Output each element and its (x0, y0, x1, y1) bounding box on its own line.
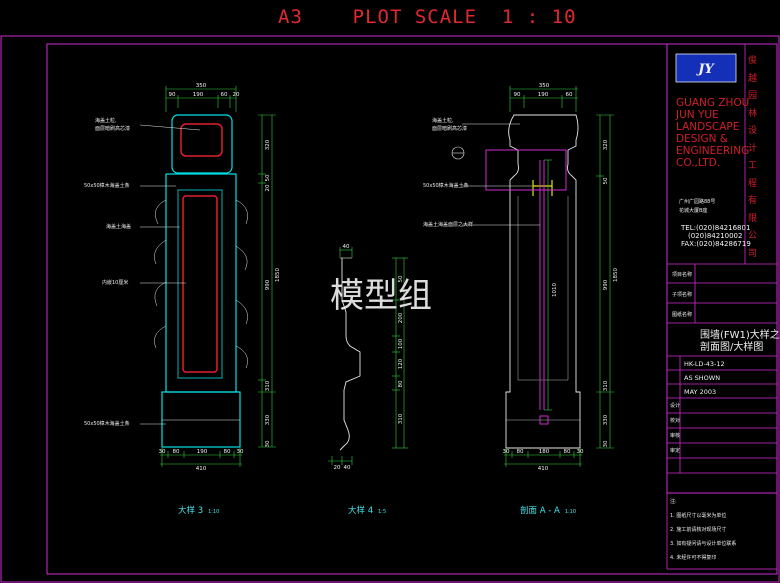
d4-right-dim: 100 (398, 338, 404, 349)
caption-detail-3: 大样 3 1:10 (178, 506, 220, 516)
caption-detail-4: 大样 4 1:5 (348, 506, 387, 516)
drawing-number: HK-LD-43-12 (684, 360, 725, 368)
row-label: 校对 (670, 418, 681, 424)
drawing-date: MAY 2003 (684, 388, 717, 396)
d3-right-dim: 330 (265, 414, 271, 425)
company-fax: FAX:(020)84286719 (681, 240, 751, 248)
d3-right-dim: 30 (265, 440, 271, 447)
notes: 3. 如有疑问请与设计单位联系 (670, 541, 737, 547)
sec-right-dim: 320 (603, 139, 609, 150)
d3-bottom-dim: 80 (224, 449, 231, 455)
drawing-title: 剖面图/大样图 (700, 342, 764, 353)
field-label: 图纸名称 (672, 312, 693, 318)
sec-top-dim: 350 (539, 83, 550, 89)
sec-top-dim: 60 (566, 92, 573, 98)
d4-right-dim: 310 (398, 413, 404, 424)
d3-bottom-dim: 190 (197, 449, 208, 455)
company-name-en: LANDSCAPE (676, 121, 740, 133)
d3-label: 内嵌10厘米 (102, 280, 129, 286)
d3-top-dim: 190 (193, 92, 204, 98)
sec-label: 50x50樟木海盖土条 (423, 183, 469, 189)
row-label: 审核 (670, 433, 681, 439)
watermark-text: 模型组 (330, 276, 432, 316)
drawing-title: 围墙(FW1)大样之 (700, 330, 780, 341)
row-label: 审定 (670, 448, 681, 454)
d4-top-dim: 40 (343, 244, 350, 250)
d3-right-dim: 50 (265, 174, 271, 181)
company-address: 花城大厦B座 (679, 208, 708, 214)
caption-section-a-a: 剖面 A - A 1:10 (520, 506, 577, 516)
sec-top-dim: 90 (514, 92, 521, 98)
sec-right-dim: 990 (603, 279, 609, 290)
d3-top-dim: 350 (196, 83, 207, 89)
sec-right-dim: 310 (603, 380, 609, 391)
sec-bottom-dim: 30 (503, 449, 510, 455)
notes: 4. 未经许可不得复印 (670, 555, 717, 561)
company-name-en: JUN YUE (676, 109, 719, 121)
field-label: 项目名称 (672, 272, 693, 278)
d3-top-dim: 20 (233, 92, 240, 98)
d3-top-dim: 60 (221, 92, 228, 98)
d4-bottom-dim: 40 (344, 465, 351, 471)
drawing-scale: AS SHOWN (684, 374, 721, 382)
d3-right-dim: 20 (265, 184, 271, 191)
d3-label: 海盖土海盖 (106, 224, 132, 230)
d3-label: 50x50樟木海盖土条 (84, 421, 130, 427)
d3-right-dim: 1850 (275, 268, 281, 282)
detail-3-elevation (139, 86, 276, 467)
d3-label: 面层暗刷高芯漆 (95, 126, 131, 132)
row-label: 设计 (670, 403, 681, 409)
notes: 2. 施工前请核对现场尺寸 (670, 527, 727, 533)
plot-scale-header: A3 PLOT SCALE 1 : 10 (278, 6, 577, 28)
sec-right-dim: 1010 (552, 283, 558, 297)
d4-right-dim: 120 (398, 358, 404, 369)
d4-bottom-dim: 20 (334, 465, 341, 471)
d3-label: 海盖土粒, (95, 118, 117, 124)
sec-right-dim: 1850 (613, 268, 619, 282)
sec-bottom-dim: 80 (517, 449, 524, 455)
d3-bottom-dim: 80 (173, 449, 180, 455)
d3-bottom-dim: 410 (196, 466, 207, 472)
sec-top-dim: 190 (538, 92, 549, 98)
d3-right-dim: 990 (265, 279, 271, 290)
d3-bottom-dim: 30 (159, 449, 166, 455)
sec-bottom-dim: 180 (539, 449, 550, 455)
notes: 1. 图纸尺寸以毫米为单位 (670, 513, 727, 519)
sec-right-dim: 330 (603, 414, 609, 425)
company-name-en: GUANG ZHOU (676, 97, 750, 109)
notes: 注: (670, 499, 677, 505)
d4-right-dim: 80 (398, 380, 404, 387)
sec-label: 面层暗刷高芯漆 (432, 126, 468, 132)
company-address: 广州广园路88号 (679, 199, 716, 205)
section-a-a (451, 86, 614, 467)
company-name-en: CO.,LTD. (676, 157, 721, 169)
svg-text:JY: JY (695, 62, 715, 77)
sec-bottom-dim: 410 (538, 466, 549, 472)
d3-bottom-dim: 30 (237, 449, 244, 455)
sec-label: 海盖土海盖面层之大样 (423, 222, 474, 228)
company-name-en: DESIGN & (676, 133, 728, 145)
sec-bottom-dim: 80 (564, 449, 571, 455)
sec-right-dim: 30 (603, 440, 609, 447)
sec-label: 海盖土粒, (432, 118, 454, 124)
field-label: 子项名称 (672, 292, 693, 298)
sec-bottom-dim: 30 (577, 449, 584, 455)
company-name-en: ENGINEERING (676, 145, 750, 157)
company-logo: JY (675, 53, 737, 83)
d3-right-dim: 310 (265, 380, 271, 391)
d3-label: 50x50樟木海盖土条 (84, 183, 130, 189)
d3-right-dim: 320 (265, 139, 271, 150)
d3-top-dim: 90 (169, 92, 176, 98)
sec-right-dim: 50 (603, 177, 609, 184)
